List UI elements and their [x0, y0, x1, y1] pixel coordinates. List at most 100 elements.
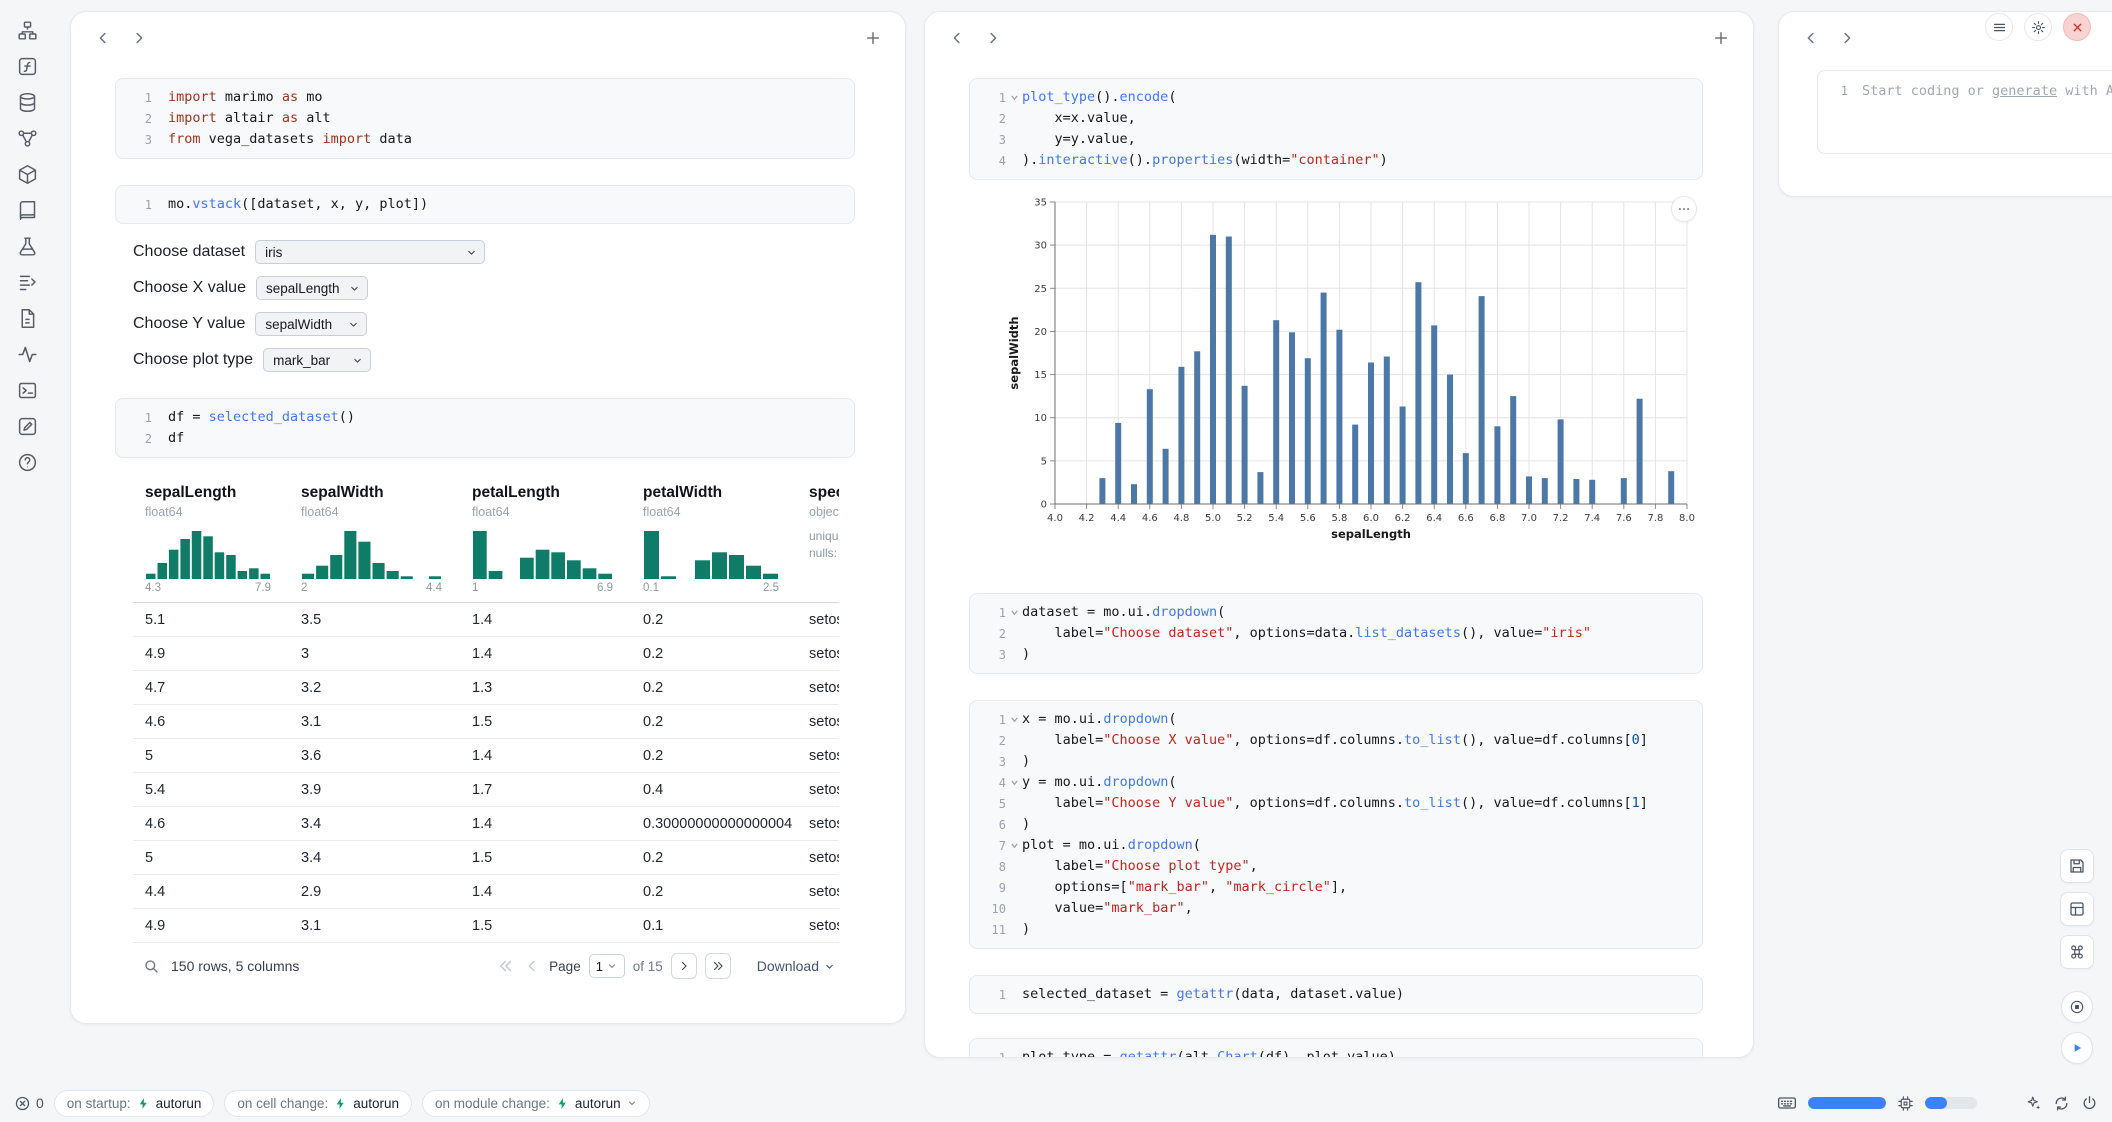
expand-panel-button[interactable] [1837, 28, 1857, 48]
last-page-button[interactable] [705, 953, 731, 979]
ai-sparkle-icon[interactable] [2025, 1095, 2042, 1112]
code-cell-dataframe[interactable]: 1df = selected_dataset()2df [115, 398, 855, 458]
table-cell: 1.7 [460, 782, 631, 798]
keyboard-icon[interactable] [1777, 1093, 1797, 1113]
fold-icon[interactable] [1006, 87, 1022, 108]
files-icon[interactable] [17, 308, 38, 329]
notebook-menu-button[interactable] [1985, 13, 2013, 41]
floating-actions [2060, 849, 2094, 1064]
memory-meter [1925, 1097, 1977, 1109]
table-body: 5.13.51.40.2setosa4.931.40.2setosa4.73.2… [133, 603, 839, 943]
chevron-left-icon [948, 29, 966, 47]
table-cell: 3.2 [289, 680, 460, 696]
fold-icon[interactable] [1006, 835, 1022, 856]
power-icon[interactable] [2081, 1095, 2098, 1112]
column-header-species[interactable]: speciesobjectuniquenulls: [797, 484, 839, 594]
choose-y-value-select[interactable]: sepalWidth [255, 312, 367, 336]
table-cell: setosa [797, 918, 839, 934]
snippets-icon[interactable] [17, 416, 38, 437]
dependencies-icon[interactable] [17, 128, 38, 149]
bar-chart[interactable]: 4.04.24.44.64.85.05.25.45.65.86.06.26.46… [1005, 194, 1705, 562]
choose-dataset-select[interactable]: iris [255, 240, 485, 264]
code-cell-selected-dataset[interactable]: 1selected_dataset = getattr(data, datase… [969, 975, 1703, 1014]
layout-button[interactable] [2060, 892, 2094, 926]
stop-icon [2069, 999, 2085, 1015]
column-header-petalLength[interactable]: petalLengthfloat6416.9 [460, 484, 631, 594]
dropdown-label: Choose dataset [133, 243, 245, 261]
prev-page-button[interactable] [523, 957, 541, 975]
code-cell-vstack[interactable]: 1mo.vstack([dataset, x, y, plot]) [115, 185, 855, 224]
status-bar: 0 on startup:autorun on cell change:autor… [0, 1084, 2112, 1122]
autorun-pill[interactable]: on startup:autorun [54, 1090, 215, 1117]
expand-panel-button[interactable] [983, 28, 1003, 48]
code-cell-xy-dropdowns[interactable]: 1x = mo.ui.dropdown(2 label="Choose X va… [969, 700, 1703, 949]
chart-menu-button[interactable] [1671, 196, 1697, 222]
page-select[interactable]: 1 [589, 954, 625, 978]
datasources-icon[interactable] [17, 92, 38, 113]
run-button[interactable] [2061, 1032, 2093, 1064]
first-page-button[interactable] [497, 957, 515, 975]
svg-text:5.2: 5.2 [1237, 513, 1253, 524]
collapse-panel-button[interactable] [1801, 28, 1821, 48]
fold-icon[interactable] [1006, 602, 1022, 623]
fold-icon[interactable] [1006, 709, 1022, 730]
generate-link[interactable]: generate [1992, 83, 2057, 99]
tracing-icon[interactable] [17, 344, 38, 365]
column-histogram [643, 529, 779, 579]
choose-plot-type-select[interactable]: mark_bar [263, 348, 371, 372]
packages-icon[interactable] [17, 164, 38, 185]
table-cell: 1.4 [460, 646, 631, 662]
expand-panel-button[interactable] [129, 28, 149, 48]
code-cell-imports[interactable]: 1import marimo as mo2import altair as al… [115, 78, 855, 159]
download-button[interactable]: Download [757, 958, 835, 974]
variables-icon[interactable] [17, 56, 38, 77]
settings-button[interactable] [2024, 13, 2052, 41]
restart-kernel-icon[interactable] [2053, 1095, 2070, 1112]
documentation-icon[interactable] [17, 200, 38, 221]
code-cell-plot-type[interactable]: 1plot_type = getattr(alt.Chart(df), plot… [969, 1038, 1703, 1058]
bolt-icon [334, 1097, 347, 1110]
command-icon [2068, 943, 2086, 961]
keyboard-shortcuts-button[interactable] [2060, 935, 2094, 969]
vega-chart-output[interactable]: 4.04.24.44.64.85.05.25.45.65.86.06.26.46… [1005, 194, 1705, 567]
add-cell-button[interactable] [863, 28, 883, 48]
search-icon[interactable] [143, 958, 159, 974]
form-row: Choose X valuesepalLength [133, 276, 855, 300]
collapse-panel-button[interactable] [93, 28, 113, 48]
snippets-button[interactable] [2060, 849, 2094, 883]
column-header-sepalLength[interactable]: sepalLengthfloat644.37.9 [133, 484, 289, 594]
errors-indicator[interactable]: 0 [14, 1095, 44, 1112]
scratchpad-icon[interactable] [17, 236, 38, 257]
table-cell: 3.1 [289, 918, 460, 934]
column-header-sepalWidth[interactable]: sepalWidthfloat6424.4 [289, 484, 460, 594]
code-cell-dataset-dropdown[interactable]: 1dataset = mo.ui.dropdown(2 label="Choos… [969, 593, 1703, 674]
outline-icon[interactable] [17, 20, 38, 41]
console-icon[interactable] [17, 380, 38, 401]
dropdown-label: Choose Y value [133, 315, 245, 333]
autorun-pill[interactable]: on module change:autorun [422, 1090, 650, 1117]
collapse-panel-button[interactable] [947, 28, 967, 48]
help-icon[interactable] [17, 452, 38, 473]
window-controls [1985, 13, 2091, 41]
interrupt-button[interactable] [2061, 991, 2093, 1023]
svg-text:35: 35 [1034, 198, 1047, 209]
next-page-button[interactable] [671, 953, 697, 979]
table-cell: 3.1 [289, 714, 460, 730]
svg-text:4.4: 4.4 [1110, 513, 1126, 524]
table-row: 5.13.51.40.2setosa [133, 603, 839, 637]
empty-code-cell[interactable]: 1 Start coding or generate with AI. [1817, 70, 2112, 154]
column-header-petalWidth[interactable]: petalWidthfloat640.12.5 [631, 484, 797, 594]
choose-x-value-select[interactable]: sepalLength [256, 276, 368, 300]
table-row: 53.61.40.2setosa [133, 739, 839, 773]
svg-text:7.2: 7.2 [1553, 513, 1569, 524]
autorun-pill[interactable]: on cell change:autorun [224, 1090, 412, 1117]
logs-icon[interactable] [17, 272, 38, 293]
fold-icon[interactable] [1006, 772, 1022, 793]
dropdown-form-output: Choose dataset iris Choose X valuesepalLen… [133, 240, 855, 372]
table-cell: 3.5 [289, 612, 460, 628]
table-cell: 0.2 [631, 748, 797, 764]
shutdown-button[interactable] [2063, 13, 2091, 41]
add-cell-button[interactable] [1711, 28, 1731, 48]
table-cell: 5 [133, 850, 289, 866]
code-cell-plot[interactable]: 1plot_type().encode(2 x=x.value,3 y=y.va… [969, 78, 1703, 180]
